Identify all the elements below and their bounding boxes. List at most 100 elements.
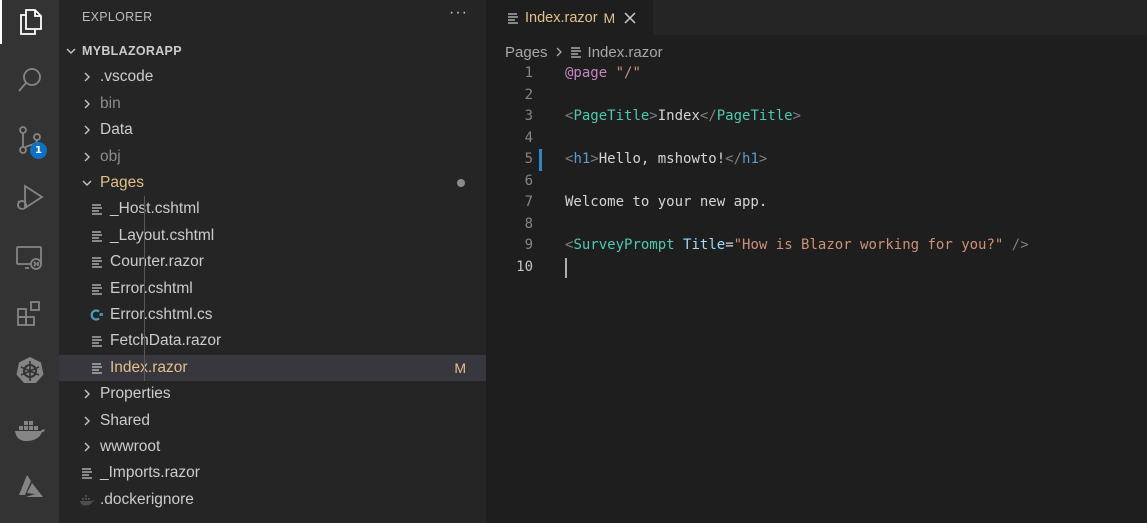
code-token: PageTitle — [716, 108, 793, 124]
vscode-window: 1 EXPLORER ··· MYBLAZORAPP .vscode bin D… — [0, 0, 1147, 523]
code-token: </ — [725, 151, 743, 167]
code-token: > — [792, 108, 802, 124]
file-lines-icon — [90, 202, 104, 216]
code-line: 2 — [486, 85, 1147, 107]
code-token: Hello, mshowto! — [598, 151, 726, 167]
line-number: 6 — [524, 172, 533, 189]
breadcrumb-folder[interactable]: Pages — [505, 44, 548, 61]
line-number: 9 — [524, 237, 533, 253]
tree-item[interactable]: Shared — [59, 408, 486, 434]
more-actions-icon[interactable]: ··· — [449, 4, 468, 22]
tab-bar: Index.razor M — [486, 0, 1147, 35]
code-token: h1 — [742, 151, 759, 167]
code-text: <PageTitle>Index</PageTitle> — [565, 106, 801, 128]
code-text: <h1>Hello, mshowto!</h1> — [565, 149, 767, 171]
code-token: > — [649, 108, 658, 124]
tree-item-label: Shared — [100, 412, 150, 429]
run-debug-icon[interactable] — [0, 176, 59, 220]
tree-item-label: .vscode — [100, 68, 154, 85]
tree-item[interactable]: Error.cshtml.cs — [59, 302, 486, 328]
file-lines-icon — [90, 361, 104, 375]
tab-modified-badge: M — [603, 9, 616, 26]
file-lines-icon — [90, 282, 104, 296]
kubernetes-icon[interactable] — [0, 348, 59, 392]
code-text: Welcome to your new app. — [565, 192, 767, 214]
chevron-right-icon — [80, 123, 94, 137]
code-line: 5 <h1>Hello, mshowto!</h1> — [486, 149, 1147, 171]
line-number: 2 — [524, 86, 533, 103]
tree-item[interactable]: Counter.razor — [59, 249, 486, 275]
tree-item-label: _Imports.razor — [100, 464, 200, 481]
chevron-right-icon — [80, 150, 94, 164]
tab-index-razor[interactable]: Index.razor M — [486, 0, 653, 35]
text-cursor — [565, 257, 567, 278]
docker-icon[interactable] — [0, 408, 59, 452]
tree-item-label: Error.cshtml.cs — [110, 306, 213, 323]
modified-dot — [457, 179, 465, 187]
line-number: 10 — [516, 258, 533, 275]
tree-item[interactable]: Properties — [59, 381, 486, 407]
code-line: 6 — [486, 171, 1147, 193]
azure-icon[interactable] — [0, 464, 59, 508]
search-icon[interactable] — [0, 58, 59, 102]
tree-item[interactable]: _Imports.razor — [59, 460, 486, 486]
tree-item[interactable]: Error.cshtml — [59, 276, 486, 302]
tree-item-label: Index.razor — [110, 359, 188, 376]
tree-item[interactable]: .vscode — [59, 64, 486, 90]
code-token: Index — [657, 108, 700, 124]
code-token: @page — [565, 65, 608, 81]
tree-item[interactable]: bin — [59, 91, 486, 117]
tree-item[interactable]: wwwroot — [59, 434, 486, 460]
sidebar-title: EXPLORER — [82, 10, 153, 24]
tree-item[interactable]: Data — [59, 117, 486, 143]
tree-item[interactable]: _Layout.cshtml — [59, 223, 486, 249]
extensions-icon[interactable] — [0, 292, 59, 336]
remote-explorer-icon[interactable] — [0, 236, 59, 280]
breadcrumb: Pages Index.razor — [505, 42, 663, 62]
file-lines-icon — [507, 12, 519, 24]
tree-item-label: FetchData.razor — [110, 332, 222, 349]
tab-label: Index.razor — [525, 9, 598, 26]
tree-item[interactable]: Pages — [59, 170, 486, 196]
editor-area: Index.razor M Pages Index.razor 1 @page "… — [486, 0, 1147, 523]
source-control-icon[interactable]: 1 — [0, 118, 59, 162]
code-token: PageTitle — [573, 108, 650, 124]
workspace-root[interactable]: MYBLAZORAPP — [59, 38, 486, 64]
workspace-root-label: MYBLAZORAPP — [82, 44, 182, 58]
tree-item-label: obj — [100, 148, 121, 165]
tree-item[interactable]: obj — [59, 144, 486, 170]
tree-item-label: .dockerignore — [100, 491, 194, 508]
chevron-right-icon — [80, 97, 94, 111]
line-number: 4 — [524, 129, 533, 146]
tree-item-label: wwwroot — [100, 438, 161, 455]
explorer-icon[interactable] — [0, 0, 59, 44]
file-lines-icon — [90, 229, 104, 243]
tree-item[interactable]: _Host.cshtml — [59, 196, 486, 222]
close-icon[interactable] — [624, 11, 636, 24]
code-token: Welcome to your new app. — [565, 194, 768, 210]
line-number: 7 — [524, 194, 533, 210]
chevron-down-icon — [64, 44, 78, 58]
tree-item-label: bin — [100, 95, 121, 112]
code-line: 10 — [486, 257, 1147, 279]
chevron-right-icon — [80, 387, 94, 401]
breadcrumb-file[interactable]: Index.razor — [588, 44, 663, 61]
chevron-right-icon — [80, 414, 94, 428]
chevron-right-icon — [80, 70, 94, 84]
tree-item-label: Error.cshtml — [110, 280, 193, 297]
tree-item[interactable]: FetchData.razor — [59, 328, 486, 354]
code-token: Title — [683, 237, 726, 253]
tree-item-label: Data — [100, 121, 133, 138]
line-number: 5 — [524, 151, 533, 167]
tree-item[interactable]: .dockerignore — [59, 487, 486, 513]
code-token: > — [758, 151, 768, 167]
activity-bar: 1 — [0, 0, 59, 523]
code-token: </ — [699, 108, 717, 124]
file-lines-icon — [570, 46, 582, 58]
code-line: 4 — [486, 128, 1147, 150]
docker-file-icon — [80, 493, 94, 507]
tree-item[interactable]: Index.razor M — [59, 355, 486, 381]
